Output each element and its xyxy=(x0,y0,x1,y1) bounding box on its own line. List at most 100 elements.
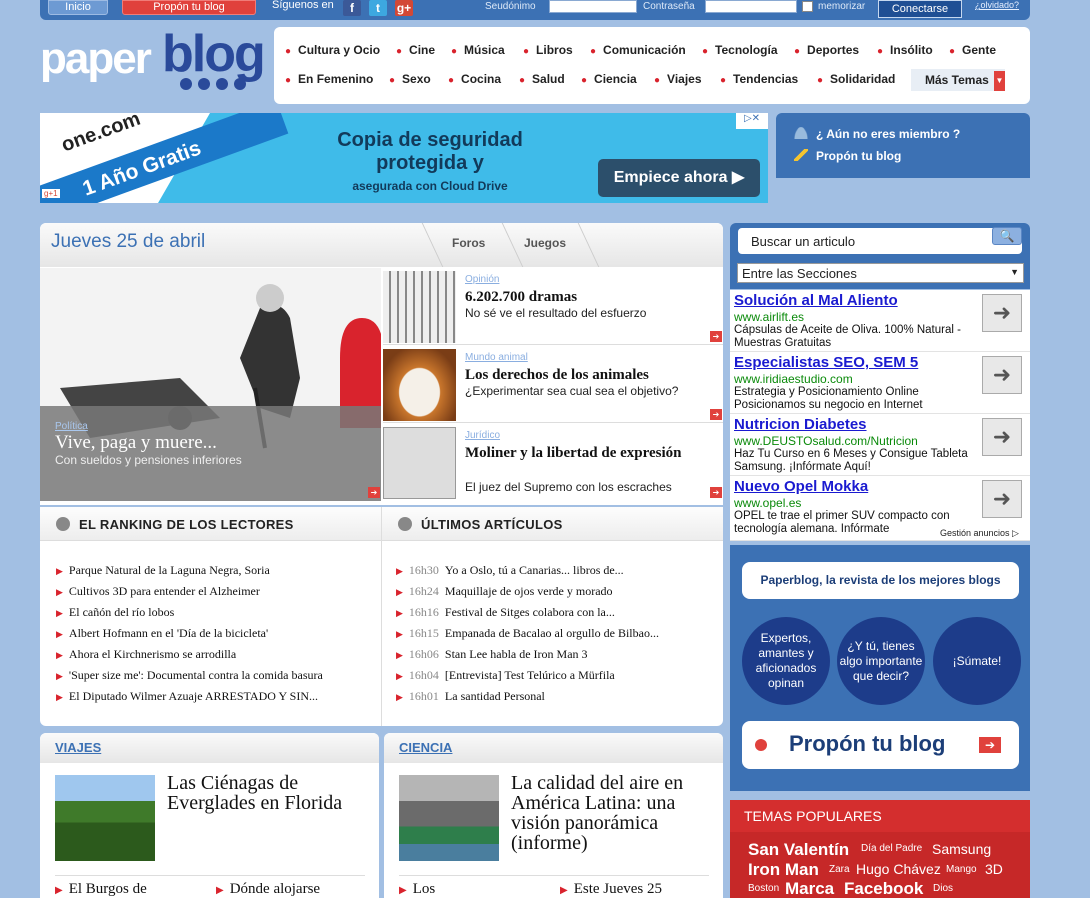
nav-item[interactable]: ● Cine xyxy=(396,43,435,57)
search-icon[interactable]: 🔍 xyxy=(992,227,1022,245)
paperblog-logo[interactable]: paper blog xyxy=(40,25,266,100)
list-item[interactable]: ▶ El Burgos de xyxy=(55,881,147,898)
tag[interactable]: Samsung xyxy=(932,841,991,857)
text-ad[interactable]: Especialistas SEO, SEM 5 www.iridiaestud… xyxy=(730,352,1030,414)
list-item[interactable]: ▶ Este Jueves 25 xyxy=(560,881,662,898)
travel-section-link[interactable]: VIAJES xyxy=(55,740,101,755)
nav-item[interactable]: ● Salud xyxy=(519,72,565,86)
tag[interactable]: Boston xyxy=(748,883,779,894)
tag[interactable]: Hugo Chávez xyxy=(856,861,941,877)
nav-item[interactable]: ● Música xyxy=(451,43,505,57)
tag[interactable]: Dios xyxy=(933,883,953,894)
hero-title[interactable]: Vive, paga y muere... xyxy=(55,432,217,454)
list-item[interactable]: ▶ 16h01 La santidad Personal xyxy=(396,689,545,704)
propose-blog-button[interactable]: Propón tu blog xyxy=(122,0,256,15)
nav-item[interactable]: ● Sexo xyxy=(389,72,431,86)
list-item[interactable]: ▶ El cañón del río lobos xyxy=(56,605,174,620)
text-ad[interactable]: Solución al Mal Aliento www.airlift.es C… xyxy=(730,290,1030,352)
ad-banner[interactable]: one.com 1 Año Gratis Copia de seguridad … xyxy=(40,113,768,203)
hero-category[interactable]: Política xyxy=(55,421,88,432)
nav-item[interactable]: ● En Femenino xyxy=(285,72,373,86)
login-button[interactable]: Conectarse xyxy=(878,0,962,18)
featured-article[interactable]: Mundo animal Los derechos de los animale… xyxy=(383,346,723,423)
text-ad[interactable]: Nutricion Diabetes www.DEUSTOsalud.com/N… xyxy=(730,414,1030,476)
list-item[interactable]: ▶ 16h04 [Entrevista] Test Telúrico a Mürfi… xyxy=(396,668,615,683)
arrow-right-icon[interactable]: ➔ xyxy=(710,331,722,342)
sections-select[interactable]: Entre las Secciones ▼ xyxy=(737,263,1024,283)
list-item[interactable]: ▶ Cultivos 3D para entender el Alzheimer xyxy=(56,584,260,599)
ad-url[interactable]: www.airlift.es xyxy=(734,310,804,324)
adchoices-icon[interactable]: ▷✕ xyxy=(736,113,768,129)
article-title[interactable]: Los derechos de los animales xyxy=(465,366,649,384)
tag[interactable]: Marca xyxy=(785,879,834,898)
list-item[interactable]: ▶ El Diputado Wilmer Azuaje ARRESTADO Y S… xyxy=(56,689,318,704)
arrow-right-icon[interactable]: ➜ xyxy=(982,356,1022,394)
propose-blog-big-button[interactable]: Propón tu blog ➔ xyxy=(742,721,1019,769)
ad-url[interactable]: www.DEUSTOsalud.com/Nutricion xyxy=(734,434,918,448)
tag[interactable]: Día del Padre xyxy=(861,843,922,854)
article-category[interactable]: Opinión xyxy=(465,274,499,285)
home-button[interactable]: Inicio xyxy=(48,0,108,15)
arrow-right-icon[interactable]: ➜ xyxy=(982,480,1022,518)
manage-ads-link[interactable]: Gestión anuncios ▷ xyxy=(940,528,1019,539)
article-title[interactable]: La calidad del aire en América Latina: u… xyxy=(511,773,716,853)
more-topics-dropdown[interactable]: Más Temas ▼ xyxy=(911,69,1005,91)
arrow-right-icon[interactable]: ➔ xyxy=(710,409,722,420)
nav-item[interactable]: ● Viajes xyxy=(654,72,702,86)
article-thumbnail[interactable] xyxy=(399,775,499,861)
list-item[interactable]: ▶ Los xyxy=(399,881,435,898)
ad-title[interactable]: Especialistas SEO, SEM 5 xyxy=(734,354,918,371)
arrow-right-icon[interactable]: ➜ xyxy=(982,294,1022,332)
tag[interactable]: Mango xyxy=(946,864,977,875)
list-item[interactable]: ▶ 16h30 Yo a Oslo, tú a Canarias... libros… xyxy=(396,563,624,578)
article-category[interactable]: Jurídico xyxy=(465,430,500,441)
list-item[interactable]: ▶ Dónde alojarse xyxy=(216,881,320,898)
tab-games[interactable]: Juegos xyxy=(524,236,566,250)
featured-article[interactable]: Jurídico Moliner y la libertad de expres… xyxy=(383,424,723,501)
ad-title[interactable]: Nuevo Opel Mokka xyxy=(734,478,868,495)
list-item[interactable]: ▶ Albert Hofmann en el 'Día de la bicicle… xyxy=(56,626,268,641)
nav-item[interactable]: ● Gente xyxy=(949,43,996,57)
hero-article[interactable]: Política Vive, paga y muere... Con sueld… xyxy=(40,268,381,501)
ad-title[interactable]: Solución al Mal Aliento xyxy=(734,292,898,309)
tag[interactable]: San Valentín xyxy=(748,840,849,860)
list-item[interactable]: ▶ Parque Natural de la Laguna Negra, Sori… xyxy=(56,563,270,578)
tag[interactable]: 3D xyxy=(985,861,1003,877)
featured-article[interactable]: Opinión 6.202.700 dramas No sé ve el res… xyxy=(383,268,723,345)
nav-item[interactable]: ● Libros xyxy=(523,43,573,57)
twitter-icon[interactable]: t xyxy=(369,0,387,16)
facebook-icon[interactable]: f xyxy=(343,0,361,16)
list-item[interactable]: ▶ 16h15 Empanada de Bacalao al orgullo de … xyxy=(396,626,659,641)
list-item[interactable]: ▶ Ahora el Kirchnerismo se arrodilla xyxy=(56,647,236,662)
gplus-one-icon[interactable]: g+1 xyxy=(42,189,60,198)
ad-title[interactable]: Nutricion Diabetes xyxy=(734,416,867,433)
nav-item[interactable]: ● Cultura y Ocio xyxy=(285,43,380,57)
search-input[interactable]: Buscar un articulo xyxy=(738,228,1022,254)
nav-item[interactable]: ● Solidaridad xyxy=(817,72,895,86)
nav-item[interactable]: ● Ciencia xyxy=(581,72,637,86)
list-item[interactable]: ▶ 16h24 Maquillaje de ojos verde y morado xyxy=(396,584,613,599)
nav-item[interactable]: ● Tecnología xyxy=(702,43,778,57)
ad-url[interactable]: www.iridiaestudio.com xyxy=(734,372,853,386)
arrow-right-icon[interactable]: ➔ xyxy=(710,487,722,498)
join-circle[interactable]: ¡Súmate! xyxy=(933,617,1021,705)
googleplus-icon[interactable]: g+ xyxy=(395,0,413,16)
list-item[interactable]: ▶ 16h16 Festival de Sitges colabora con la… xyxy=(396,605,615,620)
ad-cta-button[interactable]: Empiece ahora ▶ xyxy=(598,159,760,197)
article-category[interactable]: Mundo animal xyxy=(465,352,528,363)
science-section-link[interactable]: CIENCIA xyxy=(399,740,452,755)
nav-item[interactable]: ● Cocina xyxy=(448,72,501,86)
list-item[interactable]: ▶ 'Super size me': Documental contra la c… xyxy=(56,668,323,683)
nav-item[interactable]: ● Insólito xyxy=(877,43,933,57)
arrow-right-icon[interactable]: ➜ xyxy=(982,418,1022,456)
ad-url[interactable]: www.opel.es xyxy=(734,496,801,510)
forgot-password-link[interactable]: ¿olvidado? xyxy=(975,0,1019,10)
article-title[interactable]: Las Ciénagas de Everglades en Florida xyxy=(167,773,367,813)
tag[interactable]: Iron Man xyxy=(748,860,819,880)
arrow-right-icon[interactable]: ➔ xyxy=(368,487,380,498)
password-input[interactable] xyxy=(705,0,797,13)
remember-checkbox[interactable] xyxy=(802,1,813,12)
article-thumbnail[interactable] xyxy=(55,775,155,861)
propose-blog-link[interactable]: Propón tu blog xyxy=(794,149,901,163)
article-title[interactable]: Moliner y la libertad de expresión xyxy=(465,444,715,462)
